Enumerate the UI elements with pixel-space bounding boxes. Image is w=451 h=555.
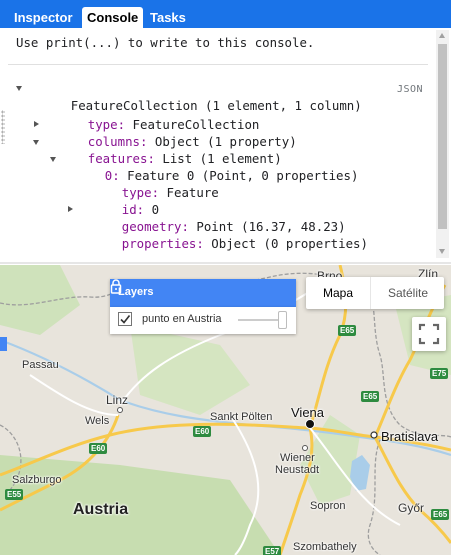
map-type-roadmap-button[interactable]: Mapa <box>306 277 370 309</box>
city-dot-linz <box>117 407 123 413</box>
tab-bar: Inspector Console Tasks <box>0 0 451 28</box>
highway-shield: E65 <box>338 325 357 336</box>
place-label: Passau <box>22 359 59 371</box>
collapse-caret-icon[interactable] <box>68 206 73 212</box>
collapse-caret-icon[interactable] <box>34 121 39 127</box>
map-type-control: Mapa Satélite <box>306 277 444 309</box>
place-label: Sopron <box>310 500 346 512</box>
opacity-slider-handle[interactable] <box>278 311 287 329</box>
highway-shield: E60 <box>89 443 108 454</box>
place-label: Sankt Pölten <box>210 411 273 423</box>
point-marker[interactable] <box>305 419 315 429</box>
scroll-down-arrow-icon[interactable] <box>439 249 445 254</box>
checkmark-icon <box>120 315 131 324</box>
country-border <box>367 439 381 555</box>
layers-panel-header[interactable]: Layers <box>110 279 296 307</box>
scroll-up-arrow-icon[interactable] <box>439 33 445 38</box>
fullscreen-button[interactable] <box>412 317 446 351</box>
highway-shield: E75 <box>430 368 449 379</box>
scroll-thumb[interactable] <box>438 44 447 229</box>
highway-shield: E60 <box>193 426 212 437</box>
tree-value: Object (0 properties) <box>211 236 368 251</box>
resize-grip-icon[interactable] <box>1 110 5 144</box>
panel-resizer[interactable] <box>0 262 451 264</box>
city-dot-bratislava <box>370 431 378 439</box>
console-scrollbar[interactable] <box>436 30 449 258</box>
place-label: Salzburgo <box>12 474 62 486</box>
map-edge-marker <box>0 337 7 351</box>
city-dot-wiener-neustadt <box>302 445 308 451</box>
place-label: Bratislava <box>381 429 439 444</box>
place-label: Wiener <box>280 452 315 464</box>
fullscreen-icon <box>418 323 440 345</box>
highway-shield: E55 <box>5 489 24 500</box>
highway-m1 <box>373 436 451 544</box>
highway-shield: E57 <box>263 546 282 555</box>
console-panel: Inspector Console Tasks Use print(...) t… <box>0 0 451 264</box>
json-link[interactable]: JSON <box>397 84 423 95</box>
forest-area <box>130 325 250 415</box>
forest-area <box>0 265 80 335</box>
place-label: Neustadt <box>275 464 320 476</box>
highway-shield: E65 <box>361 391 380 402</box>
road <box>29 374 119 416</box>
layers-panel: punto en Austria <box>110 307 296 334</box>
tree-key: properties: <box>121 236 204 251</box>
layer-visibility-checkbox[interactable] <box>118 312 132 326</box>
tab-inspector[interactable]: Inspector <box>9 7 78 28</box>
place-label-country: Austria <box>73 501 129 518</box>
highway-shield: E65 <box>431 509 450 520</box>
place-label: Wels <box>85 415 110 427</box>
expand-caret-icon[interactable] <box>33 140 39 145</box>
lock-icon[interactable] <box>110 279 122 294</box>
tab-tasks[interactable]: Tasks <box>145 7 191 28</box>
tab-console[interactable]: Console <box>82 7 144 28</box>
expand-caret-icon[interactable] <box>16 86 22 91</box>
layers-title: Layers <box>118 286 154 298</box>
map-canvas[interactable]: Brno Zlín Passau Linz Wels Sankt Pölten … <box>0 265 451 555</box>
layer-opacity-slider[interactable] <box>238 319 282 321</box>
place-label: Győr <box>398 501 425 515</box>
console-output: Use print(...) to write to this console.… <box>0 28 451 262</box>
map-type-satellite-button[interactable]: Satélite <box>370 277 445 309</box>
console-divider <box>8 64 428 65</box>
tree-value: Feature <box>166 185 219 200</box>
tree-row-properties: properties: Object (0 properties) <box>77 218 368 264</box>
place-label: Linz <box>106 393 129 407</box>
place-label: Szombathely <box>293 541 357 553</box>
layer-name: punto en Austria <box>142 313 222 325</box>
expand-caret-icon[interactable] <box>50 157 56 162</box>
console-hint: Use print(...) to write to this console. <box>16 35 315 50</box>
place-label: Viena <box>291 405 325 420</box>
alps-area <box>0 455 280 555</box>
